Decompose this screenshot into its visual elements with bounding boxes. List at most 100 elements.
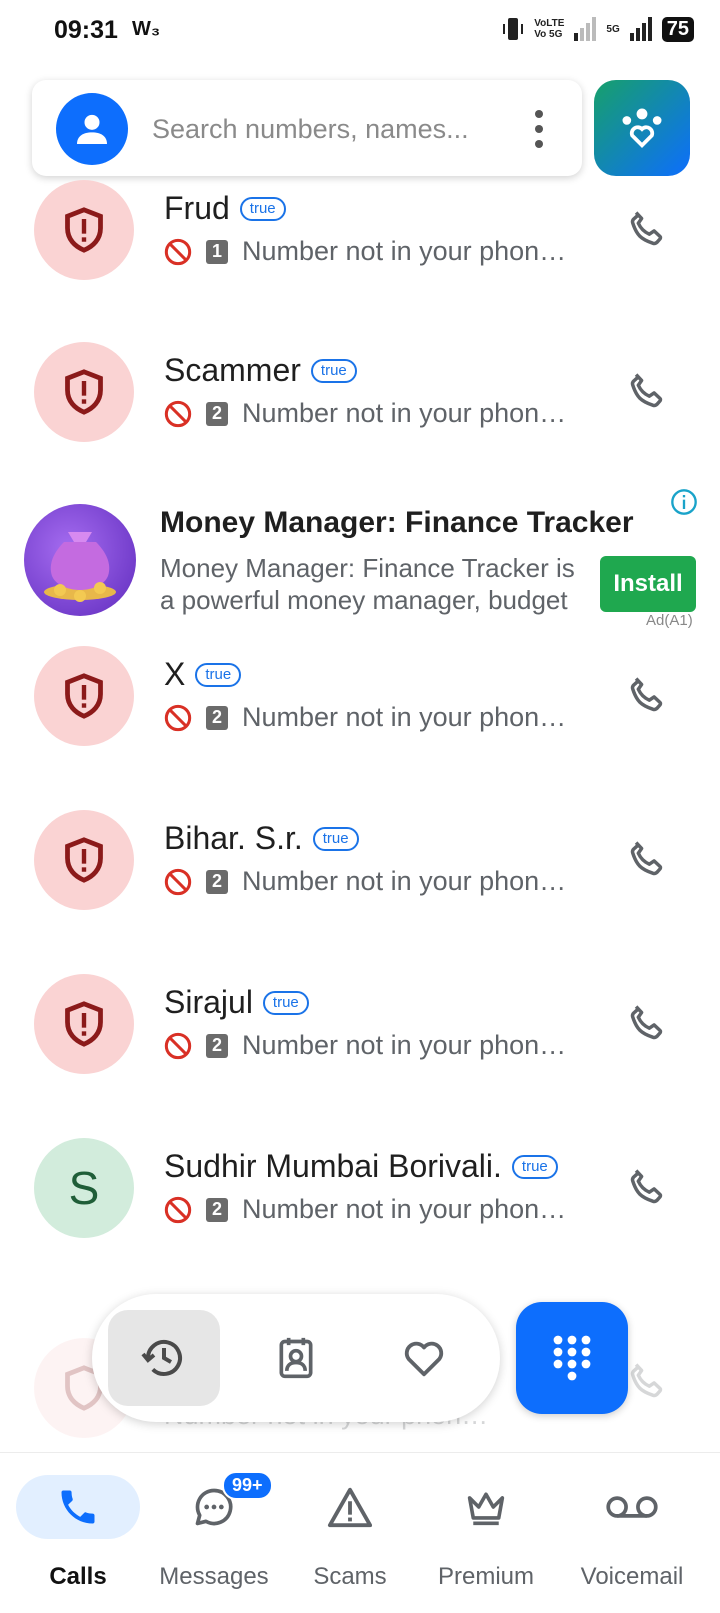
call-row[interactable]: X true 2 Number not in your phonebook (0, 646, 720, 796)
call-button[interactable] (616, 666, 676, 726)
ad-title: Money Manager: Finance Tracker (160, 506, 634, 539)
call-count: 2 (206, 869, 228, 894)
call-subtitle: Number not in your phonebook (242, 398, 577, 428)
true-badge: true (195, 662, 242, 687)
call-details: 2 Number not in your phonebook (164, 1030, 577, 1061)
phone-icon (630, 1169, 663, 1204)
call-button[interactable] (616, 362, 676, 422)
true-badge: true (262, 990, 309, 1015)
nav-voicemail[interactable]: Voicemail (550, 1453, 714, 1613)
shield-icon (65, 1001, 103, 1047)
heart-icon (404, 1341, 444, 1377)
call-details: 2 Number not in your phonebook (164, 398, 577, 429)
nav-calls-label: Calls (49, 1563, 107, 1590)
nav-premium-label: Premium (437, 1563, 534, 1590)
contacts-icon (279, 1337, 313, 1379)
family-protection-button[interactable] (594, 80, 690, 176)
caller-name: Frud true (164, 190, 286, 227)
person-icon (77, 114, 107, 144)
warning-icon (327, 1487, 373, 1528)
profile-avatar[interactable] (56, 93, 128, 165)
call-row[interactable]: Frud true 1 Number not in your phonebook (0, 180, 720, 330)
info-icon[interactable] (670, 488, 698, 516)
more-options-icon[interactable] (534, 110, 544, 148)
call-count: 2 (206, 1197, 228, 1222)
phone-icon (630, 1363, 663, 1398)
call-subtitle: Number not in your phonebook (242, 1194, 577, 1224)
phone-icon (630, 373, 663, 408)
install-button[interactable]: Install (600, 556, 696, 612)
messages-count-badge: 99+ (222, 1471, 273, 1500)
call-count: 1 (206, 239, 228, 264)
ad-label: Ad(A1) (646, 612, 693, 629)
caller-name: Scammer true (164, 352, 357, 389)
signal-icon (574, 17, 597, 41)
blocked-icon (164, 1196, 192, 1223)
call-subtitle: Number not in your phonebook (242, 1030, 577, 1060)
spam-avatar (34, 342, 134, 442)
ad-app-icon (24, 504, 136, 616)
call-row[interactable]: S Sudhir Mumbai Borivali. true 2 Number … (0, 1138, 720, 1288)
voicemail-icon (606, 1496, 658, 1518)
call-row[interactable]: Bihar. S.r. true 2 Number not in your ph… (0, 810, 720, 960)
dialpad-icon (553, 1335, 591, 1381)
call-count: 2 (206, 705, 228, 730)
call-button[interactable] (616, 200, 676, 260)
history-icon (141, 1339, 182, 1376)
call-button[interactable] (616, 1158, 676, 1218)
nav-scams[interactable]: Scams (278, 1453, 422, 1613)
calls-filter-toolbar (92, 1294, 500, 1422)
call-button[interactable] (616, 994, 676, 1054)
call-subtitle: Number not in your phonebook (242, 236, 577, 266)
call-subtitle: Number not in your phonebook (242, 702, 577, 732)
ad-description: Money Manager: Finance Tracker is a powe… (160, 553, 575, 615)
caller-name: X true (164, 656, 242, 693)
nav-premium[interactable]: Premium (414, 1453, 558, 1613)
dialpad-button[interactable] (516, 1302, 628, 1414)
favorites-tab[interactable] (368, 1310, 480, 1406)
spam-avatar (34, 810, 134, 910)
nav-messages-label: Messages (159, 1563, 269, 1590)
nav-messages[interactable]: 99+ Messages (142, 1453, 286, 1613)
blocked-icon (164, 1032, 192, 1059)
crown-icon (467, 1492, 505, 1526)
call-details: 2 Number not in your phonebook (164, 702, 577, 733)
shield-icon (65, 369, 103, 415)
nav-voicemail-label: Voicemail (580, 1563, 684, 1590)
shield-icon (65, 673, 103, 719)
call-details: 2 Number not in your phonebook (164, 866, 577, 897)
ad-banner[interactable]: Money Manager: Finance Tracker Money Man… (0, 476, 720, 636)
phone-icon (630, 841, 663, 876)
caller-name: Bihar. S.r. true (164, 820, 359, 857)
blocked-icon (164, 704, 192, 731)
true-badge: true (312, 826, 359, 851)
call-details: 1 Number not in your phonebook (164, 236, 577, 267)
phone-icon (630, 677, 663, 712)
blocked-icon (164, 868, 192, 895)
blocked-icon (164, 238, 192, 265)
notification-icons: W₃ (132, 18, 161, 40)
call-row[interactable]: Scammer true 2 Number not in your phoneb… (0, 342, 720, 492)
nav-scams-label: Scams (313, 1563, 387, 1590)
search-bar[interactable] (32, 80, 582, 176)
true-badge: true (511, 1154, 558, 1179)
spam-avatar (34, 974, 134, 1074)
signal-icon-2 (629, 17, 652, 41)
caller-name: Sirajul true (164, 984, 309, 1021)
call-details: 2 Number not in your phonebook (164, 1194, 577, 1225)
phone-icon (630, 1005, 663, 1040)
family-icon (622, 108, 662, 149)
status-bar: 09:31 W₃ VoLTE Vo 5G 5G 75 (0, 0, 720, 64)
status-right: VoLTE Vo 5G 5G 75 (502, 16, 694, 42)
nav-calls[interactable]: Calls (6, 1453, 150, 1613)
call-row[interactable]: Sirajul true 2 Number not in your phoneb… (0, 974, 720, 1124)
spam-avatar (34, 180, 134, 280)
phone-icon (61, 1490, 95, 1524)
call-subtitle: Number not in your phonebook (242, 866, 577, 896)
battery-icon: 75 (661, 16, 694, 42)
search-input[interactable] (150, 108, 484, 150)
history-tab[interactable] (108, 1310, 220, 1406)
bottom-nav: Calls 99+ Messages Scams Premium Voicema… (0, 1452, 720, 1613)
call-button[interactable] (616, 830, 676, 890)
contacts-tab[interactable] (240, 1310, 352, 1406)
